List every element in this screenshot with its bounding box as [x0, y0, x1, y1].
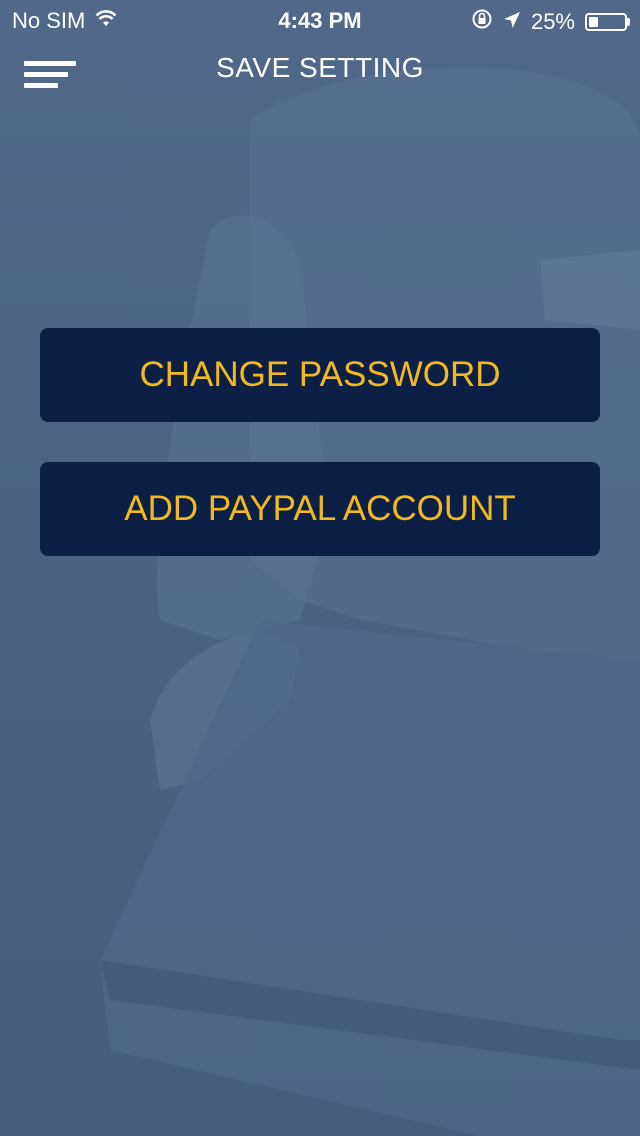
location-arrow-icon [503, 9, 521, 35]
change-password-button[interactable]: CHANGE PASSWORD [40, 328, 600, 422]
delivery-person-illustration [100, 67, 640, 1136]
navigation-bar: SAVE SETTING [0, 40, 640, 100]
change-password-label: CHANGE PASSWORD [139, 355, 501, 394]
status-bar: No SIM 4:43 PM 25% [0, 0, 640, 40]
add-paypal-account-button[interactable]: ADD PAYPAL ACCOUNT [40, 462, 600, 556]
orientation-lock-icon [471, 8, 493, 36]
page-title: SAVE SETTING [216, 52, 424, 83]
battery-level [589, 17, 598, 27]
status-right: 25% [471, 8, 630, 36]
add-paypal-account-label: ADD PAYPAL ACCOUNT [124, 489, 516, 528]
battery-icon [585, 13, 630, 31]
battery-percent: 25% [530, 9, 575, 34]
background-photo [0, 0, 640, 1136]
